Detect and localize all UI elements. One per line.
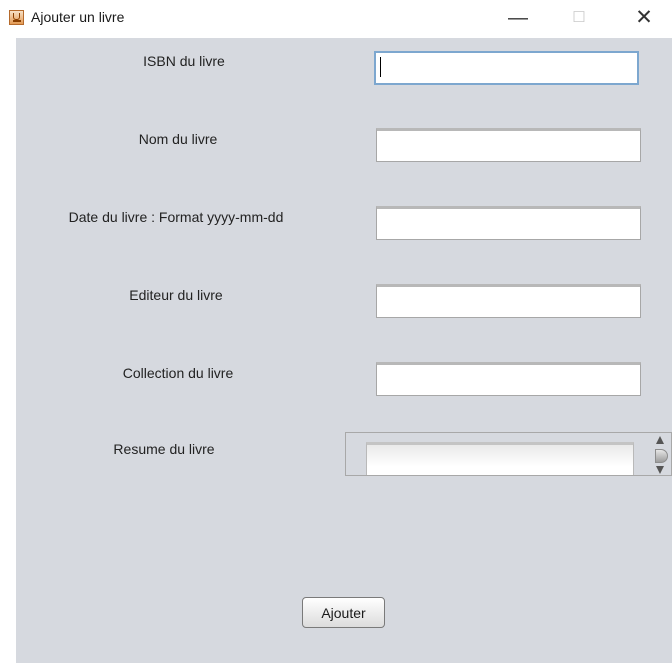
nom-input[interactable]	[376, 128, 641, 162]
isbn-input[interactable]	[374, 51, 639, 85]
collection-label: Collection du livre	[122, 365, 234, 381]
ajouter-button[interactable]: Ajouter	[302, 597, 385, 628]
window-title: Ajouter un livre	[31, 9, 125, 25]
maximize-button[interactable]: ☐	[556, 0, 602, 36]
date-input[interactable]	[376, 206, 641, 240]
nom-label: Nom du livre	[138, 131, 218, 147]
title-bar: Ajouter un livre — ☐ ✕	[0, 0, 672, 38]
scroll-thumb[interactable]	[655, 449, 668, 463]
date-label: Date du livre : Format yyyy-mm-dd	[68, 209, 284, 225]
editeur-label: Editeur du livre	[129, 287, 223, 303]
scroll-up-arrow-icon[interactable]	[656, 436, 664, 444]
resume-label: Resume du livre	[113, 441, 215, 457]
resume-scroll-pane	[345, 432, 672, 476]
editeur-input[interactable]	[376, 284, 641, 318]
minimize-button[interactable]: —	[495, 0, 541, 36]
text-caret	[380, 57, 381, 77]
vertical-scrollbar[interactable]	[652, 433, 671, 475]
isbn-label: ISBN du livre	[143, 53, 225, 69]
java-cup-icon	[9, 10, 24, 25]
resume-textarea[interactable]	[366, 442, 634, 475]
collection-input[interactable]	[376, 362, 641, 396]
close-button[interactable]: ✕	[621, 0, 667, 36]
scroll-down-arrow-icon[interactable]	[656, 466, 664, 474]
